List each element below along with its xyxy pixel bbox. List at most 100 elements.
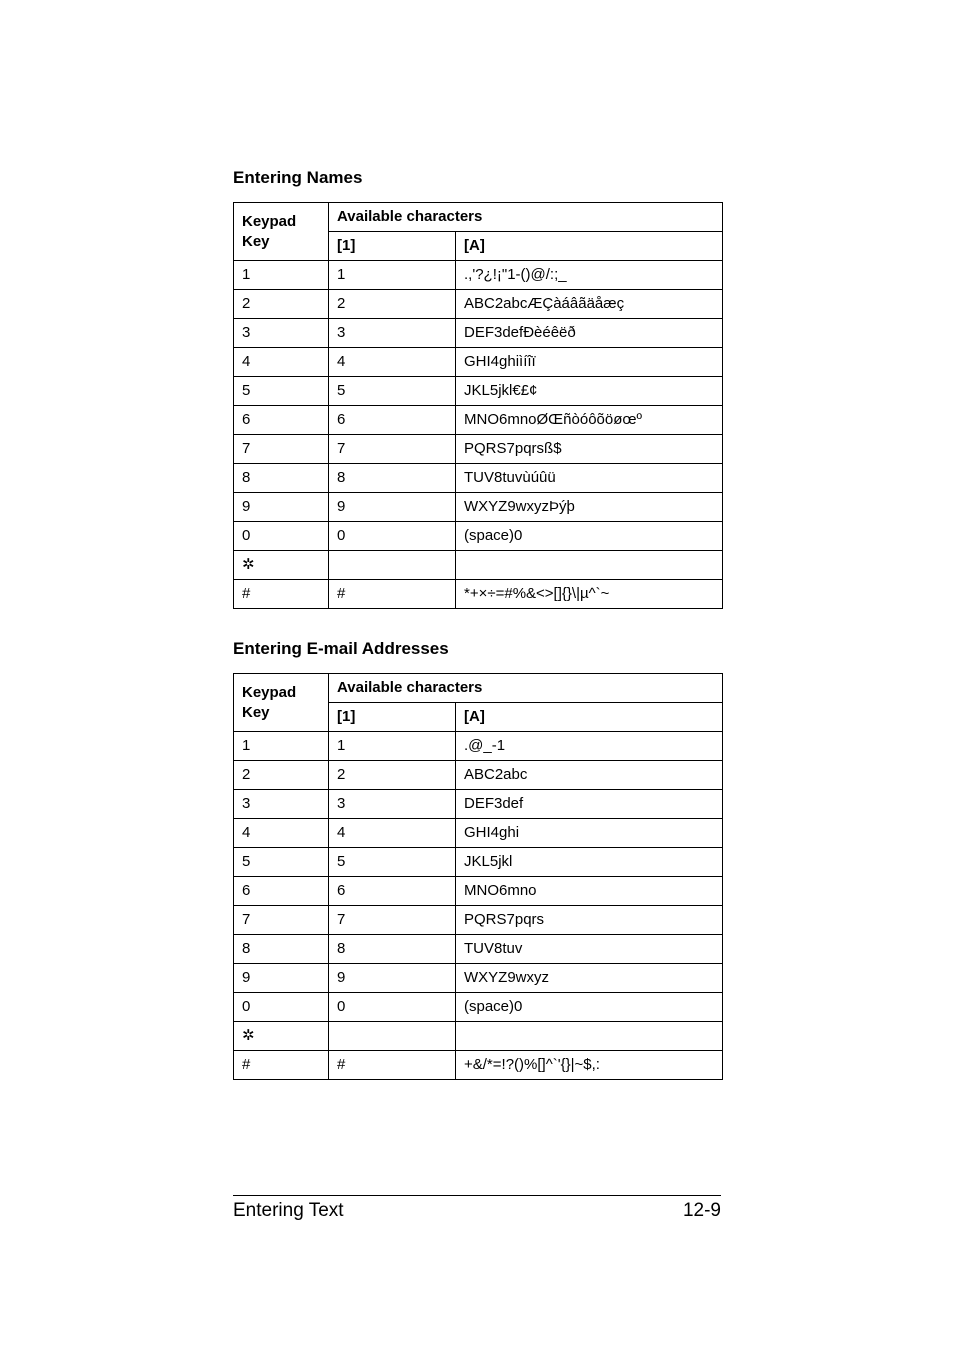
table-row: ✲ xyxy=(234,551,723,580)
page-footer: Entering Text 12-9 xyxy=(233,1195,721,1222)
table-row: 44GHI4ghi xyxy=(234,819,723,848)
cell-key: 2 xyxy=(234,290,329,319)
cell-a: GHI4ghiìíîï xyxy=(456,348,723,377)
cell-a: WXYZ9wxyz xyxy=(456,964,723,993)
cell-one: # xyxy=(329,1051,456,1080)
cell-one: 3 xyxy=(329,790,456,819)
page: Entering Names Keypad Key Available char… xyxy=(0,0,954,1350)
cell-key: 9 xyxy=(234,964,329,993)
cell-one: 8 xyxy=(329,464,456,493)
th-mode-1: [1] xyxy=(329,232,456,261)
cell-key: 3 xyxy=(234,790,329,819)
cell-key: # xyxy=(234,580,329,609)
cell-one: 1 xyxy=(329,261,456,290)
table-row: 77PQRS7pqrsß$ xyxy=(234,435,723,464)
table-row: 00(space)0 xyxy=(234,993,723,1022)
th-keypad-key: Keypad Key xyxy=(234,203,329,261)
table-row: 88TUV8tuv xyxy=(234,935,723,964)
cell-one: 9 xyxy=(329,493,456,522)
table-row: 99WXYZ9wxyzÞýþ xyxy=(234,493,723,522)
th-mode-a: [A] xyxy=(456,703,723,732)
footer-rule xyxy=(233,1195,721,1196)
table-row: 88TUV8tuvùúûü xyxy=(234,464,723,493)
cell-one: 5 xyxy=(329,377,456,406)
cell-key: 5 xyxy=(234,848,329,877)
cell-key: 4 xyxy=(234,348,329,377)
cell-a: MNO6mnoØŒñòóôõöøœº xyxy=(456,406,723,435)
cell-a: .,'?¿!¡"1-()@/:;_ xyxy=(456,261,723,290)
cell-a: WXYZ9wxyzÞýþ xyxy=(456,493,723,522)
table-entering-names: Keypad Key Available characters [1] [A] … xyxy=(233,202,723,609)
cell-a: PQRS7pqrsß$ xyxy=(456,435,723,464)
th-available-characters: Available characters xyxy=(329,203,723,232)
table-row: 33DEF3def xyxy=(234,790,723,819)
cell-one: 1 xyxy=(329,732,456,761)
cell-a: .@_-1 xyxy=(456,732,723,761)
cell-a: DEF3defÐèéêëð xyxy=(456,319,723,348)
cell-a xyxy=(456,1022,723,1051)
cell-one xyxy=(329,1022,456,1051)
table-row: 00(space)0 xyxy=(234,522,723,551)
cell-a: ABC2abcÆÇàáâãäåæç xyxy=(456,290,723,319)
cell-a: JKL5jkl xyxy=(456,848,723,877)
table-row: 11.,'?¿!¡"1-()@/:;_ xyxy=(234,261,723,290)
cell-a: (space)0 xyxy=(456,522,723,551)
cell-key: ✲ xyxy=(234,551,329,580)
cell-key: 7 xyxy=(234,906,329,935)
heading-entering-email: Entering E-mail Addresses xyxy=(233,639,721,659)
table-row: ##*+×÷=#%&<>[]{}\|µ^`~ xyxy=(234,580,723,609)
cell-one: 7 xyxy=(329,906,456,935)
table-row: 77PQRS7pqrs xyxy=(234,906,723,935)
cell-key: 1 xyxy=(234,732,329,761)
cell-a: (space)0 xyxy=(456,993,723,1022)
th-keypad-text: Keypad xyxy=(242,684,296,701)
th-keypad-key: Keypad Key xyxy=(234,674,329,732)
cell-one: 5 xyxy=(329,848,456,877)
cell-key: 7 xyxy=(234,435,329,464)
cell-key: 0 xyxy=(234,522,329,551)
cell-a: DEF3def xyxy=(456,790,723,819)
table-row: Keypad Key Available characters xyxy=(234,674,723,703)
footer-page-number: 12-9 xyxy=(683,1200,721,1222)
cell-one: 9 xyxy=(329,964,456,993)
cell-key: 4 xyxy=(234,819,329,848)
cell-key: 8 xyxy=(234,935,329,964)
cell-a: JKL5jkl€£¢ xyxy=(456,377,723,406)
table-row: 55JKL5jkl xyxy=(234,848,723,877)
th-key-text: Key xyxy=(242,233,270,250)
cell-key: 6 xyxy=(234,406,329,435)
cell-a: PQRS7pqrs xyxy=(456,906,723,935)
cell-key: 0 xyxy=(234,993,329,1022)
th-available-characters: Available characters xyxy=(329,674,723,703)
table-row: ✲ xyxy=(234,1022,723,1051)
cell-one: 2 xyxy=(329,290,456,319)
cell-key: 3 xyxy=(234,319,329,348)
th-mode-a: [A] xyxy=(456,232,723,261)
table-row: 44GHI4ghiìíîï xyxy=(234,348,723,377)
cell-a xyxy=(456,551,723,580)
table-row: Keypad Key Available characters xyxy=(234,203,723,232)
footer-title: Entering Text xyxy=(233,1200,344,1222)
cell-a: MNO6mno xyxy=(456,877,723,906)
table-row: ##+&/*=!?()%[]^`'{}|~$,: xyxy=(234,1051,723,1080)
cell-one: 6 xyxy=(329,406,456,435)
th-key-text: Key xyxy=(242,704,270,721)
table-row: 22ABC2abc xyxy=(234,761,723,790)
table-row: 66MNO6mno xyxy=(234,877,723,906)
table-row: 55JKL5jkl€£¢ xyxy=(234,377,723,406)
cell-one xyxy=(329,551,456,580)
cell-one: 6 xyxy=(329,877,456,906)
cell-a: ABC2abc xyxy=(456,761,723,790)
table-entering-email: Keypad Key Available characters [1] [A] … xyxy=(233,673,723,1080)
cell-key: 1 xyxy=(234,261,329,290)
cell-key: 5 xyxy=(234,377,329,406)
table-row: 99WXYZ9wxyz xyxy=(234,964,723,993)
cell-one: 0 xyxy=(329,993,456,1022)
th-mode-1: [1] xyxy=(329,703,456,732)
table-row: 22ABC2abcÆÇàáâãäåæç xyxy=(234,290,723,319)
table-row: 33DEF3defÐèéêëð xyxy=(234,319,723,348)
cell-one: 8 xyxy=(329,935,456,964)
th-keypad-text: Keypad xyxy=(242,213,296,230)
cell-one: 7 xyxy=(329,435,456,464)
cell-key: 2 xyxy=(234,761,329,790)
